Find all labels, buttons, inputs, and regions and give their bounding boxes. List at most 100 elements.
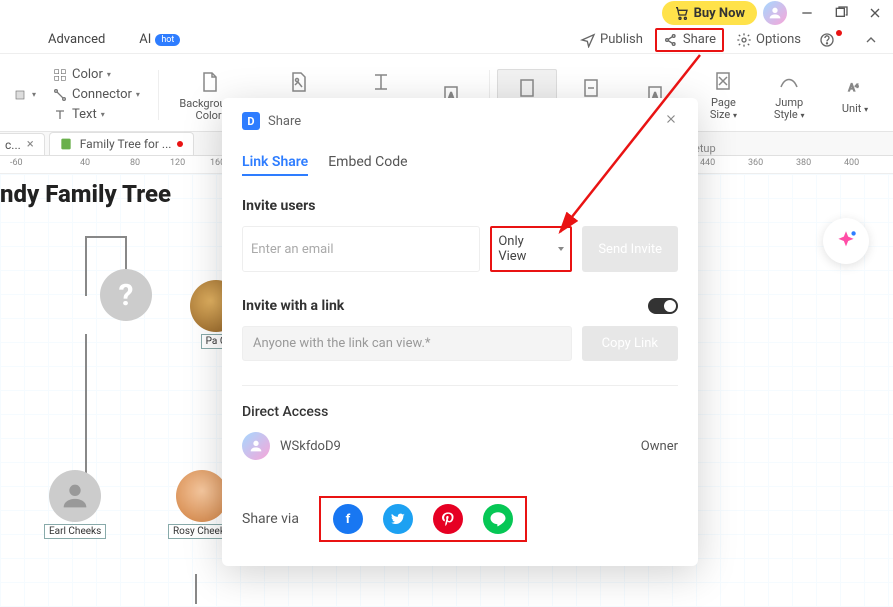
jump-icon xyxy=(777,69,801,93)
chevron-down-icon xyxy=(558,247,564,251)
link-share-toggle[interactable] xyxy=(648,298,678,314)
ribbon-color[interactable]: Color▾ xyxy=(48,66,144,84)
tab-close-icon[interactable]: × xyxy=(27,137,34,152)
doc-icon xyxy=(58,136,74,152)
options-label: Options xyxy=(756,32,801,47)
person-icon xyxy=(767,5,783,21)
share-facebook-button[interactable]: f xyxy=(333,504,363,534)
member-role: Owner xyxy=(641,439,678,454)
ribbon-jump-style[interactable]: Jump Style ▾ xyxy=(757,63,821,126)
auto-icon xyxy=(515,76,539,100)
notification-dot xyxy=(836,30,842,36)
permission-select[interactable]: Only View xyxy=(490,226,572,272)
hot-badge: hot xyxy=(155,34,180,46)
chevron-up-icon xyxy=(863,32,879,48)
question-icon: ? xyxy=(100,269,152,321)
facebook-icon: f xyxy=(346,512,351,527)
borders-icon xyxy=(369,70,393,94)
copy-link-label: Copy Link xyxy=(602,336,658,351)
options-button[interactable]: Options xyxy=(730,30,807,50)
tree-node-earl[interactable]: Earl Cheeks xyxy=(44,470,106,539)
tree-connector xyxy=(85,236,125,238)
window-minimize-button[interactable] xyxy=(793,2,821,24)
ribbon-connector-label: Connector xyxy=(72,87,132,102)
tree-node-unknown[interactable]: ? xyxy=(100,269,152,321)
invite-email-input[interactable] xyxy=(242,226,480,272)
share-via-label: Share via xyxy=(242,511,299,527)
publish-label: Publish xyxy=(600,32,643,47)
share-dialog: D Share Link Share Embed Code Invite use… xyxy=(222,98,698,566)
document-tab-2[interactable]: Family Tree for ... xyxy=(49,132,195,155)
tree-connector xyxy=(85,236,87,296)
send-invite-button[interactable]: Send Invite xyxy=(582,226,678,272)
member-name: WSkfdoD9 xyxy=(280,439,341,454)
collapse-ribbon-button[interactable] xyxy=(857,30,885,50)
text-icon xyxy=(52,107,68,123)
ribbon-connector[interactable]: Connector▾ xyxy=(48,86,144,104)
share-pinterest-button[interactable] xyxy=(433,504,463,534)
permission-label: Only View xyxy=(498,234,554,264)
fit-icon xyxy=(579,76,603,100)
square-icon xyxy=(12,87,28,103)
menu-ai-label: AI xyxy=(139,32,151,47)
toggle-knob xyxy=(664,300,676,312)
node-label: Earl Cheeks xyxy=(44,524,106,539)
unit-icon: A⁴ xyxy=(845,77,865,97)
close-icon xyxy=(867,5,883,21)
share-label: Share xyxy=(683,32,716,47)
cartoon-face-icon xyxy=(176,470,228,522)
page-size-icon xyxy=(711,69,735,93)
share-line-button[interactable] xyxy=(483,504,513,534)
help-button[interactable] xyxy=(813,30,851,50)
silhouette-icon xyxy=(49,470,101,522)
qat-btn-1[interactable]: ▾ xyxy=(8,86,40,104)
ai-sparkle-icon xyxy=(833,228,859,254)
ribbon-page-size-label: Page Size xyxy=(710,96,736,121)
send-invite-label: Send Invite xyxy=(598,242,662,257)
image-page-icon xyxy=(286,70,310,94)
ribbon-text-label: Text xyxy=(72,107,97,122)
gear-icon xyxy=(736,32,752,48)
buy-now-label: Buy Now xyxy=(694,6,745,21)
buy-now-button[interactable]: Buy Now xyxy=(662,1,757,25)
window-maximize-button[interactable] xyxy=(827,2,855,24)
tab-link-share[interactable]: Link Share xyxy=(242,154,308,176)
dialog-title: Share xyxy=(268,114,301,129)
ai-assistant-fab[interactable] xyxy=(823,218,869,264)
ribbon-page-size[interactable]: Page Size ▾ xyxy=(693,63,753,126)
window-close-button[interactable] xyxy=(861,2,889,24)
line-icon xyxy=(489,510,507,528)
social-buttons-group: f xyxy=(319,496,527,542)
member-row: WSkfdoD9 Owner xyxy=(242,432,678,460)
user-avatar[interactable] xyxy=(763,1,787,25)
cart-icon xyxy=(674,5,690,21)
member-avatar xyxy=(242,432,270,460)
page-icon xyxy=(197,70,221,94)
dialog-close-button[interactable] xyxy=(664,112,678,130)
tree-connector xyxy=(195,574,197,604)
document-tab-1[interactable]: c... × xyxy=(0,133,45,155)
connector-icon xyxy=(52,87,68,103)
ribbon-unit-label: Unit xyxy=(842,102,861,115)
ribbon-unit[interactable]: A⁴Unit ▾ xyxy=(825,69,885,120)
close-icon xyxy=(664,112,678,126)
share-button[interactable]: Share xyxy=(655,28,724,52)
invite-users-label: Invite users xyxy=(242,198,678,214)
ribbon-jump-style-label: Jump Style xyxy=(774,96,803,121)
app-logo-icon: D xyxy=(242,112,260,130)
ribbon-text[interactable]: Text▾ xyxy=(48,106,144,124)
tab-2-label: Family Tree for ... xyxy=(80,137,172,151)
share-icon xyxy=(663,32,679,48)
menu-ai[interactable]: AI hot xyxy=(139,32,180,47)
invite-link-label: Invite with a link xyxy=(242,298,344,314)
diagram-title: ndy Family Tree xyxy=(0,180,171,208)
tab-embed-code[interactable]: Embed Code xyxy=(328,154,407,176)
copy-link-button[interactable]: Copy Link xyxy=(582,326,678,361)
twitter-icon xyxy=(390,511,406,527)
person-icon xyxy=(248,438,264,454)
menu-advanced[interactable]: Advanced xyxy=(48,32,105,47)
share-twitter-button[interactable] xyxy=(383,504,413,534)
publish-button[interactable]: Publish xyxy=(574,30,649,50)
ribbon-color-label: Color xyxy=(72,67,103,82)
share-link-field: Anyone with the link can view.* xyxy=(242,326,572,361)
